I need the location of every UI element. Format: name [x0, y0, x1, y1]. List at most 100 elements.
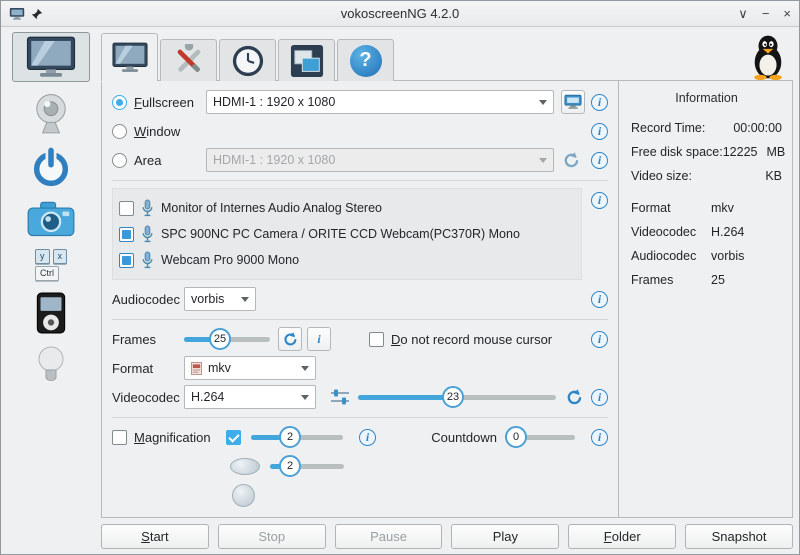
dropdown-arrow-icon — [301, 366, 309, 371]
magnification-slider[interactable]: 2 — [251, 425, 343, 449]
snapshot-button[interactable]: Snapshot — [685, 524, 793, 549]
quality-slider-handle[interactable]: 23 — [442, 386, 464, 408]
info-icon[interactable]: i — [591, 291, 608, 308]
tab-screen[interactable] — [101, 33, 158, 81]
free-disk-unit: MB — [766, 145, 785, 159]
sidebar-item-systray[interactable] — [34, 345, 68, 385]
keyboard-keys-icon: y x Ctrl — [35, 249, 67, 281]
tab-pane: Fullscreen HDMI-1 : 1920 x 1080 — [101, 80, 793, 518]
tab-tools[interactable] — [160, 39, 217, 81]
audio-device-checkbox[interactable] — [119, 253, 134, 268]
info-icon[interactable]: i — [591, 94, 608, 111]
sidebar-item-camera[interactable] — [27, 201, 75, 238]
clock-icon — [231, 44, 265, 78]
sidebar-item-record[interactable] — [29, 146, 73, 190]
video-size-row: Video size: KB — [631, 169, 782, 183]
audio-device-checkbox[interactable] — [119, 201, 134, 216]
key-ctrl: Ctrl — [35, 266, 59, 281]
videocodec-select[interactable]: H.264 — [184, 385, 316, 409]
sidebar-item-screen[interactable] — [12, 32, 90, 82]
window-radio[interactable] — [112, 124, 127, 139]
information-title: Information — [631, 91, 782, 105]
fullscreen-select[interactable]: HDMI-1 : 1920 x 1080 — [206, 90, 554, 114]
folder-button[interactable]: Folder — [568, 524, 676, 549]
audio-device-label: Webcam Pro 9000 Mono — [161, 253, 299, 267]
frames-slider-handle[interactable]: 25 — [209, 328, 231, 350]
info-icon[interactable]: i — [591, 152, 608, 169]
countdown-slider-handle[interactable]: 0 — [505, 426, 527, 448]
fullscreen-select-value: HDMI-1 : 1920 x 1080 — [213, 95, 533, 109]
minimize-button[interactable]: − — [762, 7, 770, 20]
quality-value: 23 — [447, 391, 459, 403]
free-disk-row: Free disk space: 12225 MB — [631, 145, 782, 159]
dropdown-arrow-icon — [241, 297, 249, 302]
play-button[interactable]: Play — [451, 524, 559, 549]
magnification-checkbox[interactable] — [112, 430, 127, 445]
info-icon[interactable]: i — [359, 429, 376, 446]
magnification-shape-row — [232, 483, 608, 507]
fullscreen-radio[interactable] — [112, 95, 127, 110]
format-file-icon — [191, 362, 202, 375]
videocodec-row: Videocodec H.264 — [112, 385, 608, 409]
close-button[interactable]: × — [783, 7, 791, 20]
area-reset-icon[interactable] — [563, 152, 580, 169]
format-select-value: mkv — [208, 361, 295, 375]
sidebar-item-webcam[interactable] — [31, 93, 71, 135]
screen-select-button[interactable] — [561, 90, 585, 114]
sidebar-item-player[interactable] — [36, 292, 66, 334]
info-icon[interactable]: i — [591, 123, 608, 140]
video-size-unit: KB — [765, 169, 782, 183]
pin-icon[interactable] — [31, 8, 43, 20]
video-size-label: Video size: — [631, 169, 692, 183]
audiocodec-select[interactable]: vorbis — [184, 287, 256, 311]
tab-windows[interactable] — [278, 39, 335, 81]
mouse-cursor-label: Do not record mouse cursor — [391, 332, 552, 347]
info-videocodec-label: Videocodec — [631, 225, 711, 239]
tux-logo — [749, 33, 787, 80]
sidebar-item-hotkeys[interactable]: y x Ctrl — [35, 249, 67, 281]
magnification-size-slider[interactable]: 2 — [270, 454, 344, 478]
info-icon[interactable]: i — [591, 429, 608, 446]
footer-buttons: Start Stop Pause Play Folder Snapshot — [101, 524, 793, 550]
frames-slider[interactable]: 25 — [184, 327, 270, 351]
audio-device-checkbox[interactable] — [119, 227, 134, 242]
shade-button[interactable]: ∨ — [738, 7, 748, 20]
info-icon[interactable]: i — [591, 192, 608, 209]
mouse-cursor-checkbox[interactable] — [369, 332, 384, 347]
info-icon[interactable]: i — [591, 331, 608, 348]
sidebar: y x Ctrl — [1, 27, 101, 554]
tab-help[interactable]: ? — [337, 39, 394, 81]
audio-device-row[interactable]: Monitor of Internes Audio Analog Stereo — [119, 195, 575, 221]
tab-timer[interactable] — [219, 39, 276, 81]
tools-icon — [172, 44, 206, 78]
start-button[interactable]: Start — [101, 524, 209, 549]
separator — [112, 319, 608, 320]
frames-row: Frames 25 — [112, 327, 608, 351]
audio-device-row[interactable]: SPC 900NC PC Camera / ORITE CCD Webcam(P… — [119, 221, 575, 247]
info-icon: i — [317, 332, 320, 347]
frames-reset-button[interactable] — [278, 327, 302, 351]
fullscreen-label: Fullscreen — [134, 95, 206, 110]
magnification-label: Magnification — [134, 430, 226, 445]
magnification-shape-circle[interactable] — [232, 484, 255, 507]
screen-tab-content: Fullscreen HDMI-1 : 1920 x 1080 — [102, 81, 618, 517]
videocodec-quality-slider[interactable]: 23 — [358, 385, 556, 409]
magnification-size-handle[interactable]: 2 — [279, 455, 301, 477]
area-radio[interactable] — [112, 153, 127, 168]
magnification-shape-checkbox[interactable] — [226, 430, 241, 445]
countdown-slider[interactable]: 0 — [505, 425, 575, 449]
titlebar: vokoscreenNG 4.2.0 ∨ − × — [1, 1, 799, 27]
magnification-slider-handle[interactable]: 2 — [279, 426, 301, 448]
frames-info-button[interactable]: i — [307, 327, 331, 351]
info-icon[interactable]: i — [591, 389, 608, 406]
audio-device-row[interactable]: Webcam Pro 9000 Mono — [119, 247, 575, 273]
free-disk-label: Free disk space: — [631, 145, 723, 159]
format-select[interactable]: mkv — [184, 356, 316, 380]
power-icon — [29, 146, 73, 190]
record-time-label: Record Time: — [631, 121, 705, 135]
info-audiocodec-value: vorbis — [711, 249, 744, 263]
quality-reset-icon[interactable] — [566, 389, 583, 406]
magnification-shape-ellipse[interactable] — [230, 458, 260, 475]
record-time-value: 00:00:00 — [733, 121, 782, 135]
area-select: HDMI-1 : 1920 x 1080 — [206, 148, 554, 172]
